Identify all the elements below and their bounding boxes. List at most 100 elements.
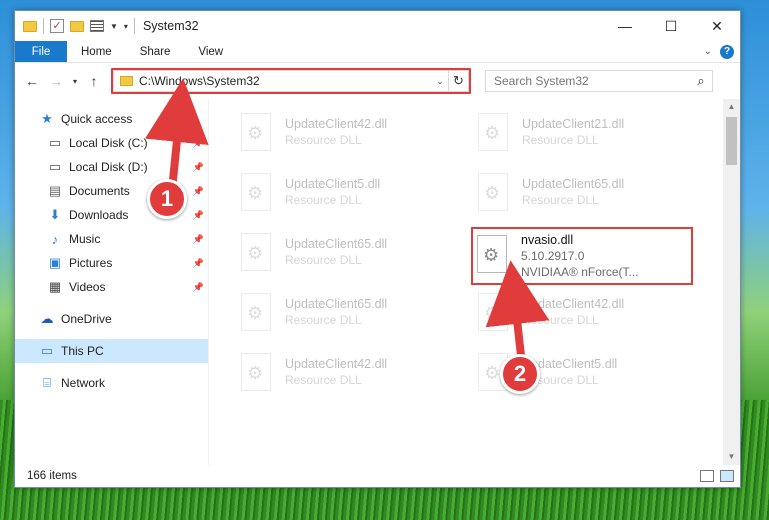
- file-description: Resource DLL: [522, 313, 599, 327]
- file-list: ⚙ UpdateClient42.dll Resource DLL ⚙ Updat…: [209, 99, 740, 465]
- divider: [133, 18, 135, 34]
- music-icon: ♪: [51, 231, 59, 247]
- address-path[interactable]: C:\Windows\System32: [139, 74, 432, 88]
- list-item[interactable]: ⚙ UpdateClient65.dll Resource DLL: [237, 291, 457, 341]
- up-button[interactable]: ↑: [83, 70, 105, 92]
- dll-file-icon: ⚙: [237, 291, 275, 335]
- drive-icon: ▭: [48, 135, 62, 150]
- explorer-body: ★ Quick access ▭ Local Disk (C:) 📌 ▭ Loc…: [15, 99, 740, 465]
- sidebar-item-label: This PC: [61, 344, 104, 358]
- list-item[interactable]: ⚙ UpdateClient42.dll Resource DLL: [237, 351, 457, 401]
- expand-ribbon-icon[interactable]: ⌄: [704, 46, 712, 57]
- navigation-pane: ★ Quick access ▭ Local Disk (C:) 📌 ▭ Loc…: [15, 99, 209, 465]
- address-dropdown-icon[interactable]: ⌄: [432, 76, 448, 87]
- sidebar-item-pictures[interactable]: ▣ Pictures 📌: [15, 251, 208, 275]
- ribbon-tabs: File Home Share View ⌄ ?: [15, 41, 740, 63]
- file-company: NVIDIAA® nForce(T...: [521, 265, 639, 279]
- properties-check-icon[interactable]: ✓: [50, 19, 64, 33]
- dll-file-icon: ⚙: [237, 111, 275, 155]
- file-description: Resource DLL: [522, 193, 599, 207]
- chevron-down-icon[interactable]: ▼: [110, 22, 118, 31]
- recent-locations-icon[interactable]: ▾: [69, 70, 81, 92]
- minimize-button[interactable]: —: [602, 11, 648, 41]
- dll-file-icon: ⚙: [237, 351, 275, 395]
- pin-icon[interactable]: 📌: [193, 234, 204, 245]
- sidebar-item-onedrive[interactable]: ☁ OneDrive: [15, 307, 208, 331]
- properties-icon[interactable]: [90, 20, 104, 32]
- address-bar[interactable]: C:\Windows\System32 ⌄ ↻: [111, 68, 471, 94]
- file-description: Resource DLL: [522, 133, 599, 147]
- file-name: nvasio.dll: [521, 233, 574, 247]
- vertical-scrollbar[interactable]: ▲ ▼: [723, 99, 740, 465]
- refresh-button[interactable]: ↻: [448, 71, 468, 91]
- documents-icon: ▤: [48, 183, 62, 198]
- sidebar-item-label: Quick access: [61, 112, 133, 126]
- scroll-up-icon[interactable]: ▲: [723, 99, 740, 115]
- sidebar-item-this-pc[interactable]: ▭ This PC: [15, 339, 208, 363]
- search-icon[interactable]: ⌕: [690, 73, 712, 89]
- videos-icon: ▦: [48, 279, 62, 294]
- sidebar-item-label: Local Disk (D:): [69, 160, 148, 174]
- large-icons-view-icon[interactable]: [720, 470, 734, 482]
- pictures-icon: ▣: [48, 255, 62, 270]
- pin-icon[interactable]: 📌: [193, 282, 204, 293]
- list-item[interactable]: ⚙ UpdateClient42.dll Resource DLL: [237, 111, 457, 161]
- network-icon: ⌸: [43, 375, 51, 390]
- scrollbar-thumb[interactable]: [726, 117, 737, 165]
- sidebar-item-network[interactable]: ⌸ Network: [15, 371, 208, 395]
- sidebar-item-videos[interactable]: ▦ Videos 📌: [15, 275, 208, 299]
- folder-icon: [23, 20, 37, 32]
- navigation-bar: ← → ▾ ↑ C:\Windows\System32 ⌄ ↻ ⌕: [15, 63, 740, 99]
- sidebar-item-local-disk-c[interactable]: ▭ Local Disk (C:) 📌: [15, 131, 208, 155]
- list-item[interactable]: ⚙ UpdateClient5.dll Resource DLL: [237, 171, 457, 221]
- search-box[interactable]: ⌕: [485, 70, 713, 92]
- tab-share[interactable]: Share: [126, 41, 185, 62]
- list-item-nvasio[interactable]: ⚙ nvasio.dll 5.10.2917.0 NVIDIAA® nForce…: [473, 233, 693, 283]
- file-name: UpdateClient65.dll: [522, 177, 625, 191]
- file-name: UpdateClient42.dll: [522, 297, 625, 311]
- drive-icon: ▭: [48, 159, 62, 174]
- sidebar-item-music[interactable]: ♪ Music 📌: [15, 227, 208, 251]
- list-item[interactable]: ⚙ UpdateClient21.dll Resource DLL: [474, 111, 694, 161]
- details-view-icon[interactable]: [700, 470, 714, 482]
- maximize-button[interactable]: ☐: [648, 11, 694, 41]
- folder-icon: [120, 76, 133, 86]
- close-button[interactable]: ✕: [694, 11, 740, 41]
- sidebar-item-label: OneDrive: [61, 312, 112, 326]
- item-count: 166 items: [27, 470, 77, 482]
- back-button[interactable]: ←: [21, 70, 43, 92]
- pin-icon[interactable]: 📌: [193, 162, 204, 173]
- tab-file[interactable]: File: [15, 41, 67, 62]
- new-folder-icon[interactable]: [70, 20, 84, 32]
- list-item[interactable]: ⚙ UpdateClient65.dll Resource DLL: [474, 171, 694, 221]
- downloads-icon: ⬇: [49, 207, 61, 222]
- tab-home[interactable]: Home: [67, 41, 126, 62]
- forward-button[interactable]: →: [45, 70, 67, 92]
- tab-view[interactable]: View: [184, 41, 237, 62]
- file-description: Resource DLL: [285, 373, 362, 387]
- file-description: Resource DLL: [285, 133, 362, 147]
- pin-icon[interactable]: 📌: [193, 258, 204, 269]
- pin-icon[interactable]: 📌: [193, 138, 204, 149]
- file-explorer-window: ✓ ▼ ▾ System32 — ☐ ✕ File Home Share Vie…: [14, 10, 741, 488]
- file-name: UpdateClient42.dll: [285, 117, 388, 131]
- file-version: 5.10.2917.0: [521, 249, 585, 263]
- window-title: System32: [142, 19, 199, 33]
- sidebar-item-local-disk-d[interactable]: ▭ Local Disk (D:) 📌: [15, 155, 208, 179]
- sidebar-item-label: Downloads: [69, 208, 129, 222]
- search-input[interactable]: [494, 74, 690, 88]
- list-item[interactable]: ⚙ UpdateClient65.dll Resource DLL: [237, 231, 457, 281]
- help-icon[interactable]: ?: [720, 44, 734, 59]
- file-description: Resource DLL: [285, 313, 362, 327]
- pin-icon[interactable]: 📌: [193, 186, 204, 197]
- sidebar-item-quick-access[interactable]: ★ Quick access: [15, 107, 208, 131]
- customize-toolbar-icon[interactable]: ▾: [124, 22, 128, 31]
- file-name: UpdateClient5.dll: [285, 177, 381, 191]
- quick-access-toolbar: ✓ ▼ ▾: [23, 18, 135, 34]
- list-item[interactable]: ⚙ UpdateClient42.dll Resource DLL: [474, 291, 694, 341]
- sidebar-item-label: Music: [69, 232, 101, 246]
- dll-file-icon: ⚙: [237, 171, 275, 215]
- pin-icon[interactable]: 📌: [193, 210, 204, 221]
- sidebar-item-label: Documents: [69, 184, 130, 198]
- scroll-down-icon[interactable]: ▼: [723, 449, 740, 465]
